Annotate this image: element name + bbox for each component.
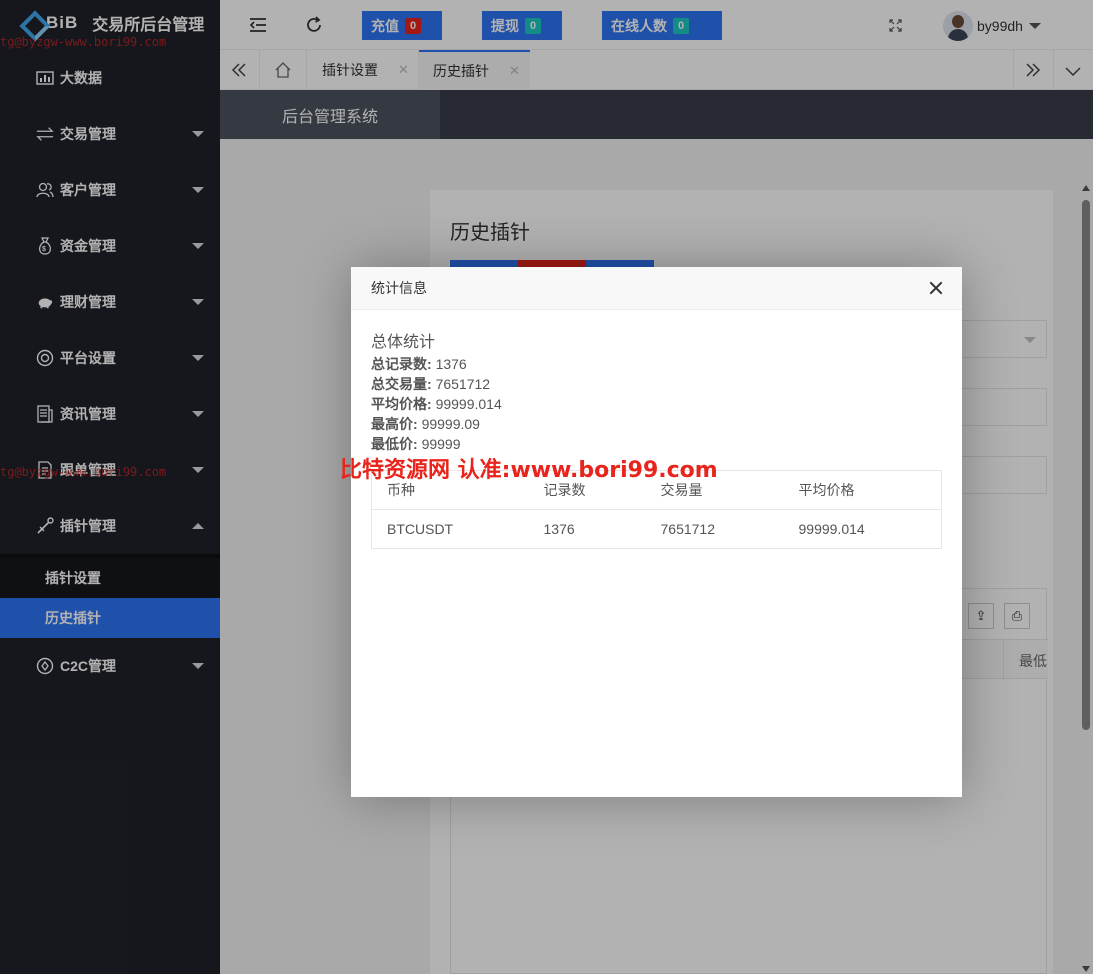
table-cell: 1376: [528, 509, 646, 549]
stat-value: 99999.014: [435, 396, 502, 412]
table-cell: 7651712: [645, 509, 784, 549]
stat-label: 总交易量:: [371, 376, 432, 392]
stat-value: 99999: [421, 436, 461, 452]
stat-highest-price: 最高价: 99999.09: [371, 414, 942, 434]
stat-label: 最高价:: [371, 416, 418, 432]
stat-total-records: 总记录数: 1376: [371, 354, 942, 374]
modal-overlay[interactable]: [0, 0, 220, 974]
modal-title: 统计信息: [371, 280, 427, 296]
close-icon[interactable]: [927, 279, 945, 297]
modal-overlay[interactable]: [220, 0, 1093, 90]
stat-lowest-price: 最低价: 99999: [371, 434, 942, 454]
stat-total-volume: 总交易量: 7651712: [371, 374, 942, 394]
stat-label: 总记录数:: [371, 356, 432, 372]
stat-value: 1376: [435, 356, 467, 372]
watermark-text: 比特资源网 认准:www.bori99.com: [340, 458, 718, 483]
table-cell: BTCUSDT: [371, 509, 529, 549]
table-header-cell: 平均价格: [783, 470, 942, 510]
stat-label: 平均价格:: [371, 396, 432, 412]
stat-value: 99999.09: [421, 416, 480, 432]
stat-value: 7651712: [435, 376, 491, 392]
stats-modal: 统计信息 总体统计 总记录数: 1376 总交易量: 7651712 平均价格:…: [351, 267, 962, 797]
summary-title: 总体统计: [371, 334, 436, 351]
stat-label: 最低价:: [371, 436, 418, 452]
table-cell: 99999.014: [783, 509, 942, 549]
stat-average-price: 平均价格: 99999.014: [371, 394, 942, 414]
table-row: BTCUSDT 1376 7651712 99999.014: [371, 509, 942, 549]
modal-header: 统计信息: [351, 267, 962, 310]
modal-body: 总体统计 总记录数: 1376 总交易量: 7651712 平均价格: 9999…: [351, 310, 962, 549]
